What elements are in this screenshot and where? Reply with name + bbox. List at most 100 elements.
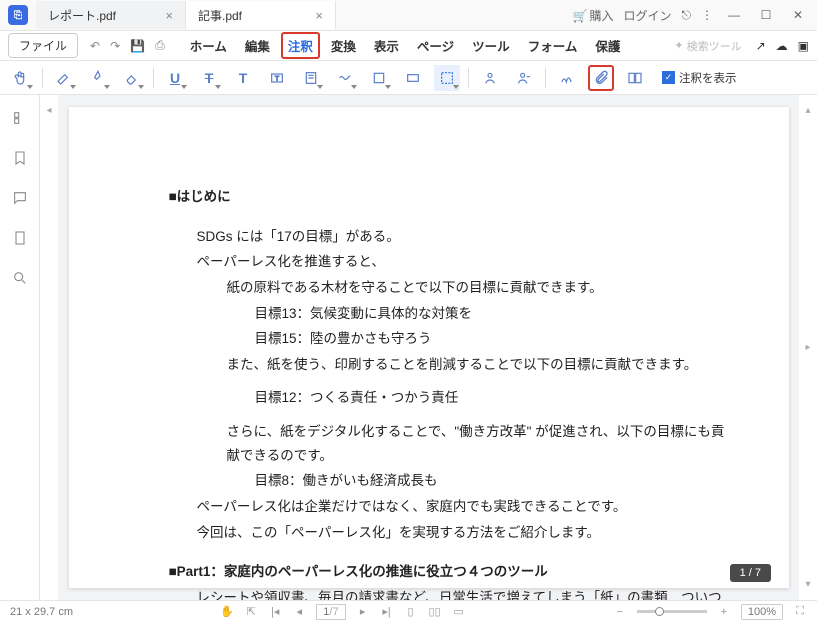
cloud-icon[interactable]: ☁ <box>776 39 788 53</box>
show-annotations-toggle[interactable]: ✓ 注釈を表示 <box>662 70 737 86</box>
signature-tool[interactable] <box>554 65 580 91</box>
close-button[interactable]: ✕ <box>787 4 809 26</box>
hand-mode-icon[interactable]: ✋ <box>220 605 234 618</box>
body-text: 目標15：陸の豊かさも守ろう <box>169 327 729 351</box>
body-text: 目標12：つくる責任・つかう責任 <box>169 386 729 410</box>
body-text: ペーパーレス化を推進すると、 <box>169 250 729 274</box>
checkbox-icon: ✓ <box>662 71 675 84</box>
body-text: さらに、紙をデジタル化することで、"働き方改革" が促進され、以下の目標にも貢献… <box>169 420 729 467</box>
menubar: ファイル ↶ ↷ 💾 ⎙ ホーム 編集 注釈 変換 表示 ページ ツール フォー… <box>0 31 817 61</box>
body-text: 目標13：気候変動に具体的な対策を <box>169 302 729 326</box>
print-icon[interactable]: ⎙ <box>155 38 165 53</box>
chevron-down-icon[interactable]: ▾ <box>805 579 810 590</box>
fullscreen-icon[interactable]: ⛶ <box>793 605 807 618</box>
body-text: 紙の原料である木材を守ることで以下の目標に貢献できます。 <box>169 276 729 300</box>
menu-home[interactable]: ホーム <box>183 32 234 59</box>
file-menu[interactable]: ファイル <box>8 33 78 58</box>
menu-edit[interactable]: 編集 <box>238 32 277 59</box>
menu-form[interactable]: フォーム <box>521 32 585 59</box>
titlebar: ⎘ レポート.pdf × 記事.pdf × 🛒購入 ログイン ⎋ ⋮ — ☐ ✕ <box>0 0 817 31</box>
fit-icon[interactable]: ⇱ <box>244 605 258 618</box>
page-input[interactable]: 1/7 <box>316 604 345 620</box>
text-tool[interactable]: T <box>230 65 256 91</box>
tab-report[interactable]: レポート.pdf × <box>36 1 186 29</box>
annotation-toolbar: U T T T ✓ 注釈を表示 <box>0 61 817 95</box>
note-tool[interactable] <box>298 65 324 91</box>
menu-view[interactable]: 表示 <box>367 32 406 59</box>
menu-page[interactable]: ページ <box>410 32 461 59</box>
menu-convert[interactable]: 変換 <box>324 32 363 59</box>
menu-protect[interactable]: 保護 <box>588 32 627 59</box>
pen-tool[interactable] <box>85 65 111 91</box>
search-panel-icon[interactable] <box>9 267 31 289</box>
zoom-in-icon[interactable]: + <box>717 606 731 618</box>
paper-size: 21 x 29.7 cm <box>10 606 73 618</box>
body-text: 今回は、この「ペーパーレス化」を実現する方法をご紹介します。 <box>169 521 729 545</box>
document-area[interactable]: W ■はじめに SDGs には「17の目標」がある。 ペーパーレス化を推進すると… <box>58 95 799 600</box>
bookmark-panel-icon[interactable] <box>9 147 31 169</box>
eraser-tool[interactable] <box>119 65 145 91</box>
continuous-icon[interactable]: ▯▯ <box>428 605 442 618</box>
heading: ■Part1：家庭内のペーパーレス化の推進に役立つ４つのツール <box>169 560 729 584</box>
person-minus-tool[interactable] <box>511 65 537 91</box>
left-sidebar <box>0 95 40 600</box>
body-text: ペーパーレス化は企業だけではなく、家庭内でも実践できることです。 <box>169 495 729 519</box>
app-icon: ⎘ <box>8 5 28 25</box>
single-page-icon[interactable]: ▯ <box>404 605 418 618</box>
close-icon[interactable]: × <box>165 8 173 23</box>
chevron-left-icon[interactable]: ◂ <box>46 105 51 116</box>
more-icon[interactable]: ⋮ <box>701 8 713 22</box>
undo-icon[interactable]: ↶ <box>90 39 100 53</box>
close-icon[interactable]: × <box>315 8 323 23</box>
chevron-right-icon[interactable]: ▸ <box>805 342 810 353</box>
save-icon[interactable]: 💾 <box>130 39 145 53</box>
tab-label: 記事.pdf <box>198 7 242 24</box>
person-tool[interactable] <box>477 65 503 91</box>
body-text: SDGs には「17の目標」がある。 <box>169 225 729 249</box>
zoom-out-icon[interactable]: − <box>613 606 627 618</box>
page-indicator: 1 / 7 <box>730 564 771 582</box>
tab-label: レポート.pdf <box>48 7 116 24</box>
zoom-slider[interactable] <box>637 610 707 613</box>
minimize-button[interactable]: — <box>723 4 745 26</box>
cart-icon[interactable]: 🛒購入 <box>573 7 614 24</box>
notification-icon[interactable]: ⎋ <box>682 8 692 23</box>
share-icon[interactable]: ↗ <box>756 39 766 53</box>
maximize-button[interactable]: ☐ <box>755 4 777 26</box>
right-rail: ▴ ▸ ▾ <box>799 95 817 600</box>
attachment-tool[interactable] <box>588 65 614 91</box>
hand-tool[interactable] <box>8 65 34 91</box>
thumbnail-panel-icon[interactable] <box>9 107 31 129</box>
redo-icon[interactable]: ↷ <box>110 39 120 53</box>
textbox-tool[interactable]: T <box>264 65 290 91</box>
menu-tools[interactable]: ツール <box>465 32 517 59</box>
attachment-panel-icon[interactable] <box>9 227 31 249</box>
heading: ■はじめに <box>169 185 729 209</box>
tab-article[interactable]: 記事.pdf × <box>186 1 336 29</box>
body-text: レシートや領収書、毎月の請求書など、日常生活で増えてしまう「紙」の書類…ついつい… <box>169 586 729 600</box>
area-tool[interactable] <box>434 65 460 91</box>
chevron-up-icon[interactable]: ▴ <box>805 105 810 116</box>
search-tool[interactable]: ✦ 検索ツール <box>674 38 741 54</box>
comment-panel-icon[interactable] <box>9 187 31 209</box>
zoom-value[interactable]: 100% <box>741 604 783 620</box>
highlighter-tool[interactable] <box>51 65 77 91</box>
menu-annotate[interactable]: 注釈 <box>281 32 320 59</box>
body-text: 目標8：働きがいも経済成長も <box>169 469 729 493</box>
statusbar: 21 x 29.7 cm ✋ ⇱ |◂ ◂ 1/7 ▸ ▸| ▯ ▯▯ ▭ − … <box>0 600 817 622</box>
wavy-tool[interactable] <box>332 65 358 91</box>
compare-tool[interactable] <box>622 65 648 91</box>
facing-icon[interactable]: ▭ <box>452 605 466 618</box>
first-page-icon[interactable]: |◂ <box>268 605 282 618</box>
login-link[interactable]: ログイン <box>623 7 671 24</box>
svg-text:T: T <box>275 75 279 82</box>
strikethrough-tool[interactable]: T <box>196 65 222 91</box>
underline-tool[interactable]: U <box>162 65 188 91</box>
next-page-icon[interactable]: ▸ <box>356 605 370 618</box>
last-page-icon[interactable]: ▸| <box>380 605 394 618</box>
shape-tool[interactable] <box>366 65 392 91</box>
stamp-tool[interactable] <box>400 65 426 91</box>
prev-page-icon[interactable]: ◂ <box>292 605 306 618</box>
help-icon[interactable]: ▣ <box>798 39 809 53</box>
body-text: また、紙を使う、印刷することを削減することで以下の目標に貢献できます。 <box>169 353 729 377</box>
